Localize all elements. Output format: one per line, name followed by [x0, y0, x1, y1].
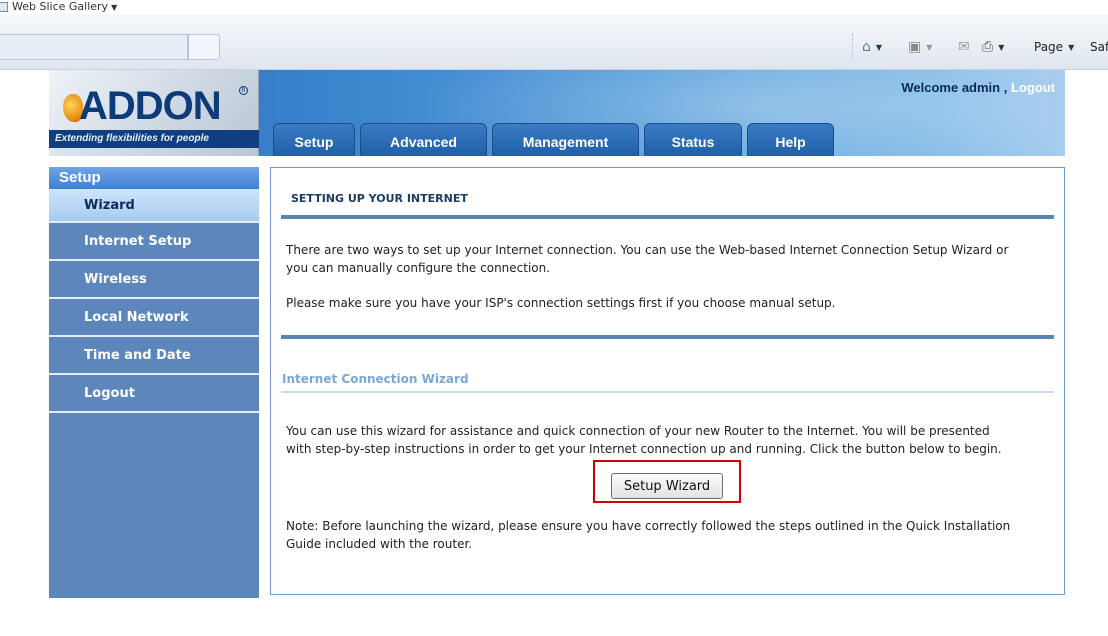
main-content: SETTING UP YOUR INTERNET There are two w… [270, 167, 1065, 595]
print-button[interactable]: ⎙ ▼ [982, 38, 1004, 56]
favorites-bar: Web Slice Gallery ▼ [0, 0, 1108, 14]
chevron-down-icon: ▼ [1068, 42, 1075, 52]
sidebar-header: Setup [49, 167, 259, 189]
home-icon: ⌂ [862, 39, 871, 55]
chevron-down-icon[interactable]: ▼ [876, 43, 882, 52]
header-banner: ADDON R Extending flexibilities for peop… [49, 70, 1065, 156]
chevron-down-icon[interactable]: ▼ [998, 43, 1004, 52]
mail-icon: ✉ [958, 39, 970, 55]
addon-logo: ADDON R Extending flexibilities for peop… [49, 70, 259, 156]
setup-wizard-button[interactable]: Setup Wizard [611, 473, 723, 499]
browser-tab[interactable] [0, 34, 188, 60]
tab-status[interactable]: Status [644, 123, 742, 156]
page-title: SETTING UP YOUR INTERNET [291, 192, 468, 205]
page-menu-label: Page [1034, 40, 1064, 54]
sidebar-item-logout[interactable]: Logout [49, 375, 259, 413]
section-divider [281, 335, 1054, 339]
rss-feed-icon: ▣ [908, 39, 922, 55]
sidebar: Setup Wizard Internet Setup Wireless Loc… [49, 167, 259, 598]
installation-note-line-1: Note: Before launching the wizard, pleas… [286, 519, 1011, 533]
printer-icon: ⎙ [982, 39, 994, 55]
chevron-down-icon[interactable]: ▼ [926, 43, 932, 52]
wizard-description-line-1: You can use this wizard for assistance a… [286, 424, 990, 438]
welcome-text: Welcome admin , [901, 80, 1011, 95]
sidebar-item-wizard[interactable]: Wizard [49, 189, 259, 223]
logout-link[interactable]: Logout [1011, 80, 1055, 95]
section-divider [281, 215, 1054, 219]
page-menu[interactable]: Page ▼ [1034, 38, 1074, 56]
chevron-down-icon[interactable]: ▼ [111, 3, 117, 12]
sidebar-item-local-network[interactable]: Local Network [49, 299, 259, 337]
installation-note-line-2: Guide included with the router. [286, 537, 473, 551]
wizard-section-title: Internet Connection Wizard [282, 372, 469, 386]
web-slice-icon [0, 2, 8, 12]
wizard-section-divider [281, 391, 1054, 393]
web-slice-gallery-link[interactable]: Web Slice Gallery [12, 1, 108, 13]
registered-mark-icon: R [239, 86, 248, 95]
logo-tagline: Extending flexibilities for people [49, 130, 259, 148]
router-admin-page: ADDON R Extending flexibilities for peop… [49, 70, 1065, 598]
safety-menu[interactable]: Saf [1090, 38, 1108, 56]
tab-management[interactable]: Management [492, 123, 639, 156]
new-tab-button[interactable] [188, 34, 220, 60]
welcome-message: Welcome admin , Logout [901, 80, 1055, 95]
sidebar-item-internet-setup[interactable]: Internet Setup [49, 223, 259, 261]
tab-help[interactable]: Help [747, 123, 834, 156]
logo-text: ADDON [79, 84, 222, 128]
wizard-description-line-2: with step-by-step instructions in order … [286, 442, 1002, 456]
intro-text-line-2: you can manually configure the connectio… [286, 261, 551, 275]
safety-menu-label: Saf [1090, 40, 1108, 54]
sidebar-item-time-and-date[interactable]: Time and Date [49, 337, 259, 375]
sidebar-item-wireless[interactable]: Wireless [49, 261, 259, 299]
toolbar-divider [852, 34, 853, 60]
home-button[interactable]: ⌂ ▼ [862, 38, 882, 56]
isp-settings-note: Please make sure you have your ISP's con… [286, 296, 836, 310]
main-nav-tabs: Setup Advanced Management Status Help [273, 123, 834, 156]
read-mail-button[interactable]: ✉ [958, 38, 970, 56]
browser-command-bar: ⌂ ▼ ▣ ▼ ✉ ⎙ ▼ Page ▼ Saf [0, 14, 1108, 70]
tab-setup[interactable]: Setup [273, 123, 355, 156]
tab-advanced[interactable]: Advanced [360, 123, 487, 156]
intro-text-line-1: There are two ways to set up your Intern… [286, 243, 1009, 257]
feeds-button[interactable]: ▣ ▼ [908, 38, 932, 56]
